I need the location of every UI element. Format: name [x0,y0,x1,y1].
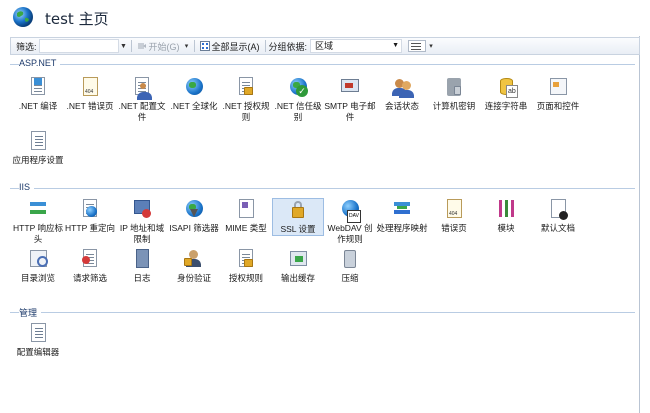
handler-mapping-icon [391,198,413,220]
group-by-select[interactable]: 区域 ▼ [310,39,403,53]
page-controls-icon [547,76,569,98]
feature-net-error-pages[interactable]: .NET 错误页 [64,76,116,112]
redirect-icon [79,198,101,220]
log-icon [131,248,153,270]
feature-isapi-filters[interactable]: ISAPI 筛选器 [168,198,220,234]
start-label: 开始(G) [148,41,180,52]
profile-icon [131,76,153,100]
feature-smtp-email[interactable]: SMTP 电子邮件 [324,76,376,123]
feature-mime-types[interactable]: MIME 类型 [220,198,272,234]
feature-session-state[interactable]: 会话状态 [376,76,428,112]
ip-restrict-icon [131,198,153,220]
group-by-label: 分组依据: [268,41,308,52]
key-icon [443,76,465,98]
app-settings-icon [27,130,49,152]
feature-net-trust-levels[interactable]: ✓ .NET 信任级别 [272,76,324,123]
chevron-down-icon: ▼ [392,42,400,49]
section-label: 管理 [19,306,42,319]
features-content: ASP.NET .NET 编译 .NET 错误页 .NET 配置文件 .NET … [10,56,640,404]
feature-directory-browsing[interactable]: 目录浏览 [12,248,64,284]
feature-net-authorization[interactable]: .NET 授权规则 [220,76,272,123]
feature-request-filtering[interactable]: 请求筛选 [64,248,116,284]
lock-icon [235,76,257,98]
feature-ssl-settings[interactable]: SSL 设置 [272,198,324,236]
group-by-value: 区域 [315,41,334,51]
feature-configuration-editor[interactable]: 配置编辑器 [12,322,64,358]
feature-app-settings[interactable]: 应用程序设置 [12,130,64,166]
default-doc-icon [547,198,569,220]
ssl-lock-icon [287,199,309,221]
mail-icon [339,76,361,98]
feature-machine-key[interactable]: 计算机密钥 [428,76,480,112]
people-icon [391,76,414,98]
request-filter-icon [79,248,101,270]
directory-browse-icon [27,248,49,270]
show-all-icon [199,41,210,51]
toolbar-separator [264,40,266,52]
feature-compression[interactable]: 压缩 [324,248,376,284]
toolbar-separator [130,40,132,52]
filter-toolbar: 筛选: ▼ 开始(G) ▾ 全部显示(A) 分组依据: 区域 ▼ ▾ [10,37,640,55]
error-404-icon [443,198,465,220]
show-all-button[interactable]: 全部显示(A) [198,39,262,53]
auth-icon [183,248,205,270]
config-editor-icon [27,322,49,344]
download-doc-icon [27,76,49,98]
feature-connection-strings[interactable]: ab 连接字符串 [480,76,532,112]
isapi-globe-icon [183,198,205,220]
feature-output-caching[interactable]: 输出缓存 [272,248,324,284]
start-icon [137,43,146,49]
section-label: IIS [19,182,35,192]
page-title: test 主页 [45,10,109,28]
response-headers-icon [27,198,49,220]
globe-icon [183,76,205,98]
error-page-icon [79,76,101,98]
feature-handler-mappings[interactable]: 处理程序映射 [376,198,428,234]
database-icon: ab [495,76,518,98]
feature-net-compilation[interactable]: .NET 编译 [12,76,64,112]
section-header-aspnet: ASP.NET [10,58,635,70]
iis-features-view: test 主页 筛选: ▼ 开始(G) ▾ 全部显示(A) 分组依据: 区域 ▼… [0,0,640,413]
view-mode-dropdown-icon[interactable]: ▾ [427,42,435,50]
section-divider [10,312,635,313]
filter-input[interactable] [38,39,119,53]
feature-logging[interactable]: 日志 [116,248,168,284]
feature-pages-controls[interactable]: 页面和控件 [532,76,584,112]
filter-dropdown-icon[interactable]: ▼ [120,43,128,50]
page-header: test 主页 [0,0,640,36]
modules-icon [495,198,517,220]
start-dropdown-icon[interactable]: ▾ [183,42,191,50]
feature-default-document[interactable]: 默认文档 [532,198,584,234]
section-label: ASP.NET [19,58,61,68]
show-all-label: 全部显示(A) [211,41,260,52]
feature-modules[interactable]: 模块 [480,198,532,234]
filter-label: 筛选: [16,41,37,52]
section-divider [10,188,635,189]
start-button[interactable]: 开始(G) [135,39,182,53]
feature-http-redirect[interactable]: HTTP 重定向 [64,198,116,234]
feature-webdav-authoring-rules[interactable]: WebDAV 创作规则 [324,198,376,245]
toolbar-separator [193,40,195,52]
section-header-management: 管理 [10,306,635,319]
feature-ip-domain-restrictions[interactable]: IP 地址和域限制 [116,198,168,245]
webdav-icon [339,198,361,223]
view-mode-icon[interactable] [408,40,427,52]
section-divider [10,64,635,65]
feature-authentication[interactable]: 身份验证 [168,248,220,284]
compression-icon [339,248,361,270]
trust-check-icon: ✓ [287,76,309,98]
feature-http-response-headers[interactable]: HTTP 响应标头 [12,198,64,245]
authorization-icon [235,248,257,270]
section-header-iis: IIS [10,182,635,194]
feature-net-globalization[interactable]: .NET 全球化 [168,76,220,112]
feature-net-profile[interactable]: .NET 配置文件 [116,76,168,123]
mime-icon [235,198,257,220]
output-cache-icon [287,248,309,270]
feature-authorization-rules[interactable]: 授权规则 [220,248,272,284]
feature-error-pages[interactable]: 错误页 [428,198,480,234]
site-globe-icon [13,7,33,27]
